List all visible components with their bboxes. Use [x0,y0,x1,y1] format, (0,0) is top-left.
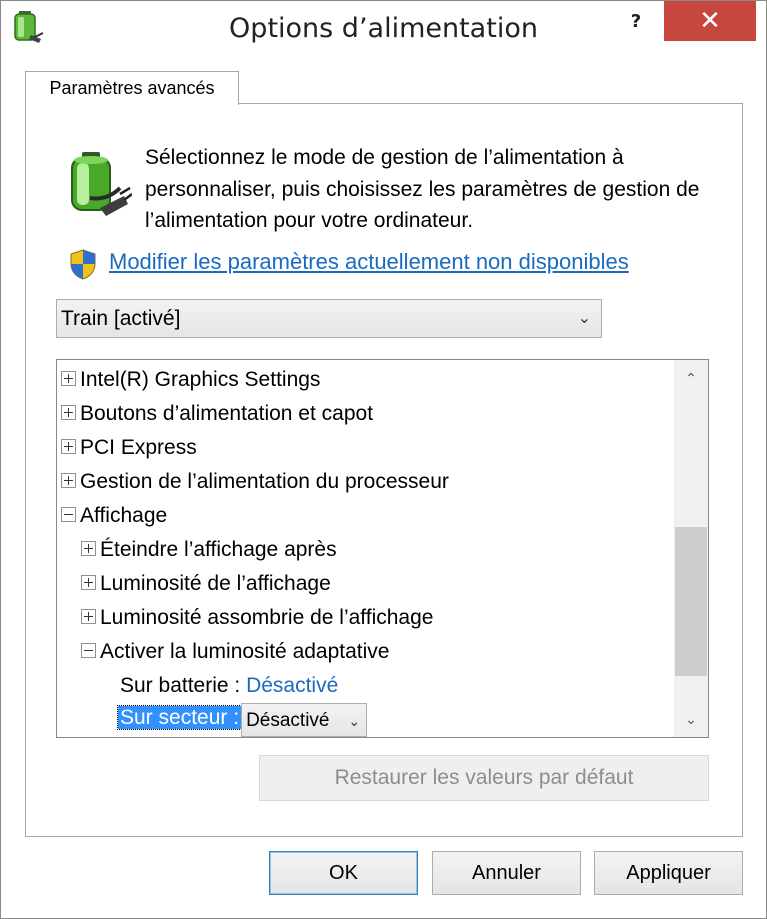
plugged-value-select[interactable]: Désactivé ⌄ [241,703,368,737]
tree-item[interactable]: Affichage [61,501,167,531]
restore-defaults-button[interactable]: Restaurer les valeurs par défaut [259,755,709,801]
advanced-settings-panel: Sélectionnez le mode de gestion de l’ali… [25,103,743,837]
power-plan-value: Train [activé] [61,307,181,330]
minus-icon[interactable] [81,642,96,658]
battery-setting-row[interactable]: Sur batterie : Désactivé [120,671,338,701]
help-button[interactable]: ? [619,5,653,39]
plugged-label: Sur secteur : [116,705,243,730]
plus-icon[interactable] [81,540,96,556]
apply-button[interactable]: Appliquer [594,851,743,895]
scrollbar-thumb[interactable] [675,527,707,676]
tree-item[interactable]: Luminosité de l’affichage [81,569,331,599]
battery-label: Sur batterie : [120,674,241,697]
description-text: Sélectionnez le mode de gestion de l’ali… [145,146,700,232]
settings-tree[interactable]: Intel(R) Graphics Settings Boutons d’ali… [56,359,709,738]
chevron-down-icon: ⌄ [348,713,361,729]
chevron-down-icon[interactable]: ⌄ [674,703,708,737]
battery-value[interactable]: Désactivé [246,674,338,697]
shield-icon [70,249,96,280]
battery-plug-icon [71,152,132,216]
power-options-dialog: Options d’alimentation ? ✕ Paramètres av… [0,0,767,919]
tree-item[interactable]: Activer la luminosité adaptative [81,637,389,667]
cancel-button[interactable]: Annuler [432,851,581,895]
plus-icon[interactable] [61,472,76,488]
tree-item[interactable]: Gestion de l’alimentation du processeur [61,467,449,497]
tree-scrollbar[interactable]: ⌃ ⌄ [674,360,708,737]
power-plan-select[interactable]: Train [activé] ⌄ [56,299,602,338]
close-button[interactable]: ✕ [664,1,756,41]
tree-item[interactable]: Éteindre l’affichage après [81,535,337,565]
change-unavailable-settings-link[interactable]: Modifier les paramètres actuellement non… [109,249,629,275]
plugged-value: Désactivé [246,710,330,731]
plus-icon[interactable] [81,574,96,590]
minus-icon[interactable] [61,506,76,522]
tree-item[interactable]: Boutons d’alimentation et capot [61,399,373,429]
plugged-setting-row[interactable]: Sur secteur : Désactivé ⌄ [116,703,368,737]
tree-item[interactable]: PCI Express [61,433,197,463]
plus-icon[interactable] [61,370,76,386]
chevron-up-icon[interactable]: ⌃ [674,362,708,396]
tree-item[interactable]: Luminosité assombrie de l’affichage [81,603,433,633]
tree-item[interactable]: Intel(R) Graphics Settings [61,365,320,395]
ok-button[interactable]: OK [269,851,418,895]
plus-icon[interactable] [61,438,76,454]
plus-icon[interactable] [81,608,96,624]
plus-icon[interactable] [61,404,76,420]
title-bar: Options d’alimentation ? ✕ [1,1,766,63]
tab-advanced-settings[interactable]: Paramètres avancés [25,71,239,105]
chevron-down-icon: ⌄ [577,310,591,327]
